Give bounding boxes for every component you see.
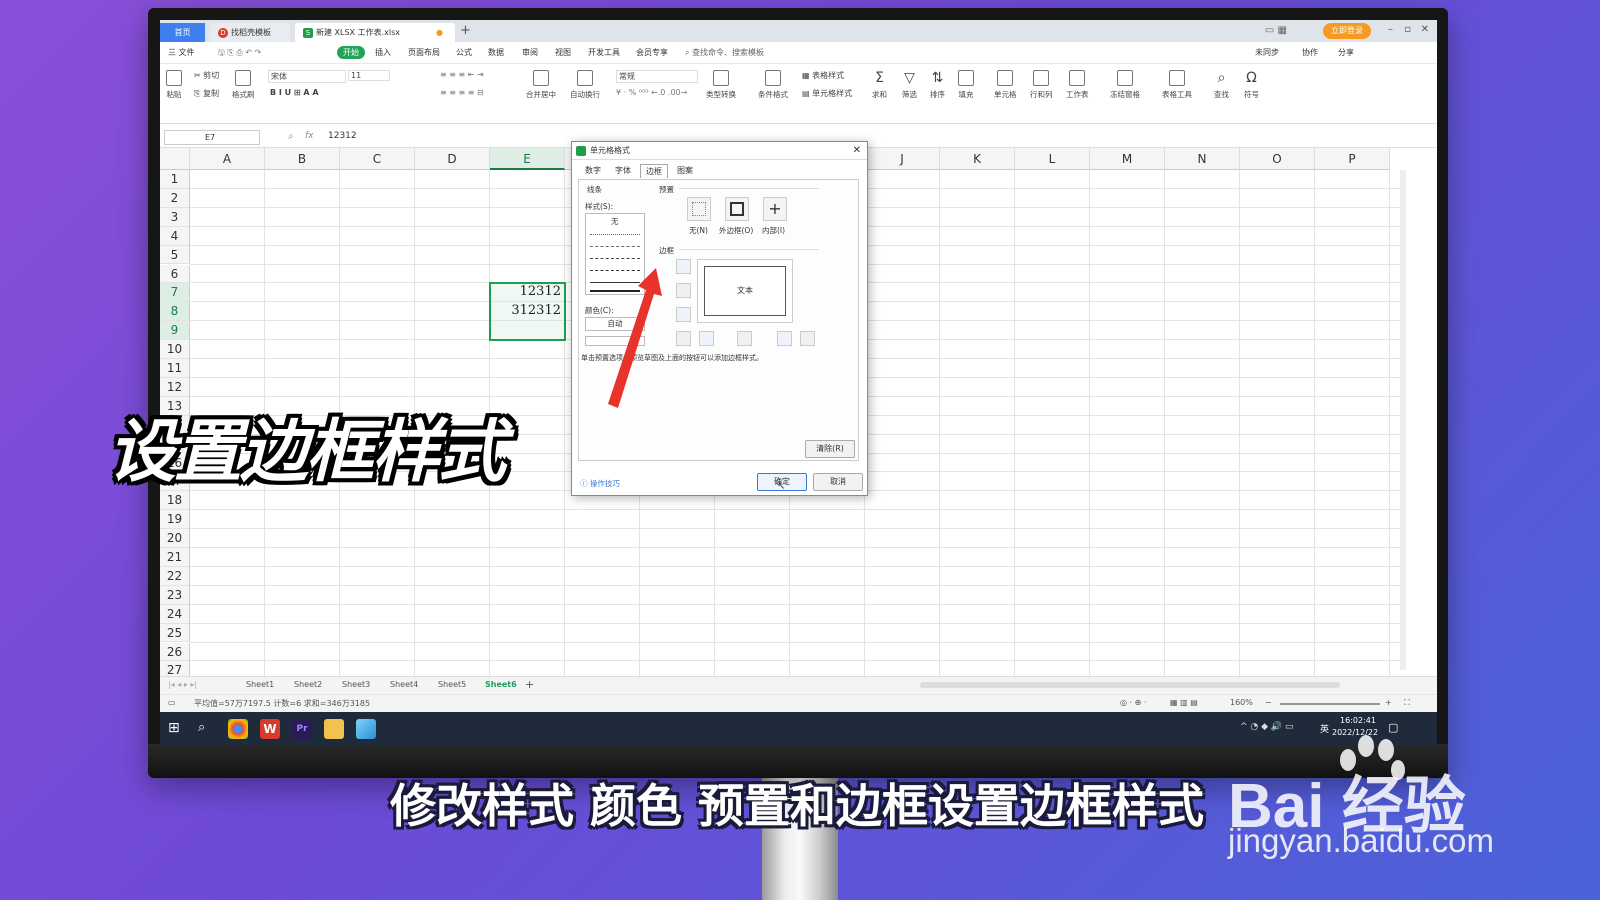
red-arrow-annotation bbox=[608, 268, 662, 408]
overlay-subtitle: 修改样式 颜色 预置和边框设置边框样式 bbox=[390, 779, 1205, 833]
screen: 首页 D 找稻壳模板 S 新建 XLSX 工作表.xlsx ● + ▭ ▦ 立即登录 … bbox=[160, 20, 1437, 746]
red-arrow-shape bbox=[608, 268, 662, 408]
baidu-watermark-url: jingyan.baidu.com bbox=[1228, 822, 1494, 859]
overlay-title: 设置边框样式 bbox=[108, 413, 506, 492]
